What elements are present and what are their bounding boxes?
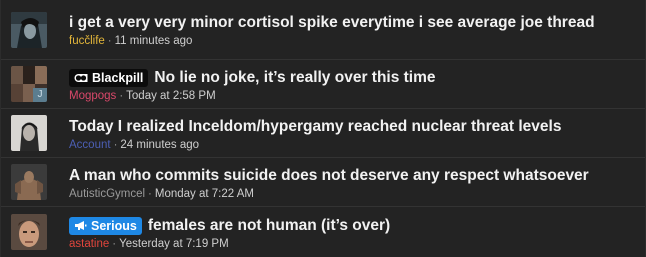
thread-time: Today at 2:58 PM [126,89,216,102]
meta-separator: · [148,187,152,200]
thread-meta: AutisticGymcel · Monday at 7:22 AM [69,188,589,200]
thread-time: Yesterday at 7:19 PM [119,237,229,250]
thread-list: i get a very very minor cortisol spike e… [0,0,646,257]
megaphone-icon [74,220,87,231]
author-link[interactable]: fucčlife [69,35,105,47]
thread-time: 11 minutes ago [114,35,193,47]
thread-row[interactable]: A man who commits suicide does not deser… [1,158,645,207]
meta-separator: · [107,35,112,47]
prefix-badge-serious[interactable]: Serious [69,216,142,235]
prefix-badge-blackpill[interactable]: Blackpill [69,68,149,87]
thread-row[interactable]: i get a very very minor cortisol spike e… [1,0,645,60]
thread-title[interactable]: No lie no joke, it’s really over this ti… [154,69,435,87]
avatar-image [11,214,47,250]
thread-row[interactable]: J Blackpill No lie no joke, it’s really [1,60,645,109]
avatar[interactable] [11,164,47,200]
prefix-label: Blackpill [92,70,144,85]
thread-title[interactable]: females are not human (it’s over) [148,217,390,235]
avatar-image [11,164,47,200]
avatar-letter: J [33,88,47,102]
author-link[interactable]: Mogpogs [69,90,116,102]
thread-row[interactable]: Today I realized Inceldom/hypergamy reac… [1,109,645,158]
avatar[interactable] [11,214,47,250]
avatar[interactable] [11,11,47,48]
thread-meta: Mogpogs · Today at 2:58 PM [69,90,436,102]
thread-title[interactable]: Today I realized Inceldom/hypergamy reac… [69,118,561,136]
prefix-label: Serious [91,218,137,233]
meta-separator: · [113,138,118,151]
meta-separator: · [112,237,117,250]
author-link[interactable]: AutisticGymcel [69,188,145,200]
thread-row[interactable]: Serious females are not human (it’s over… [1,207,645,257]
thread-title[interactable]: A man who commits suicide does not deser… [69,167,589,185]
avatar[interactable]: J [11,66,47,102]
thread-time: 24 minutes ago [120,138,200,151]
avatar-image [11,115,47,151]
thread-time: Monday at 7:22 AM [154,187,254,200]
pill-icon [74,73,88,83]
thread-meta: fucčlife · 11 minutes ago [69,35,595,47]
avatar[interactable] [11,115,47,151]
author-link[interactable]: astatine [69,238,109,250]
thread-meta: Account · 24 minutes ago [69,139,561,151]
author-link[interactable]: Account [69,139,111,151]
meta-separator: · [119,89,124,102]
avatar-image [11,11,47,48]
thread-title[interactable]: i get a very very minor cortisol spike e… [69,14,595,32]
thread-meta: astatine · Yesterday at 7:19 PM [69,238,390,250]
